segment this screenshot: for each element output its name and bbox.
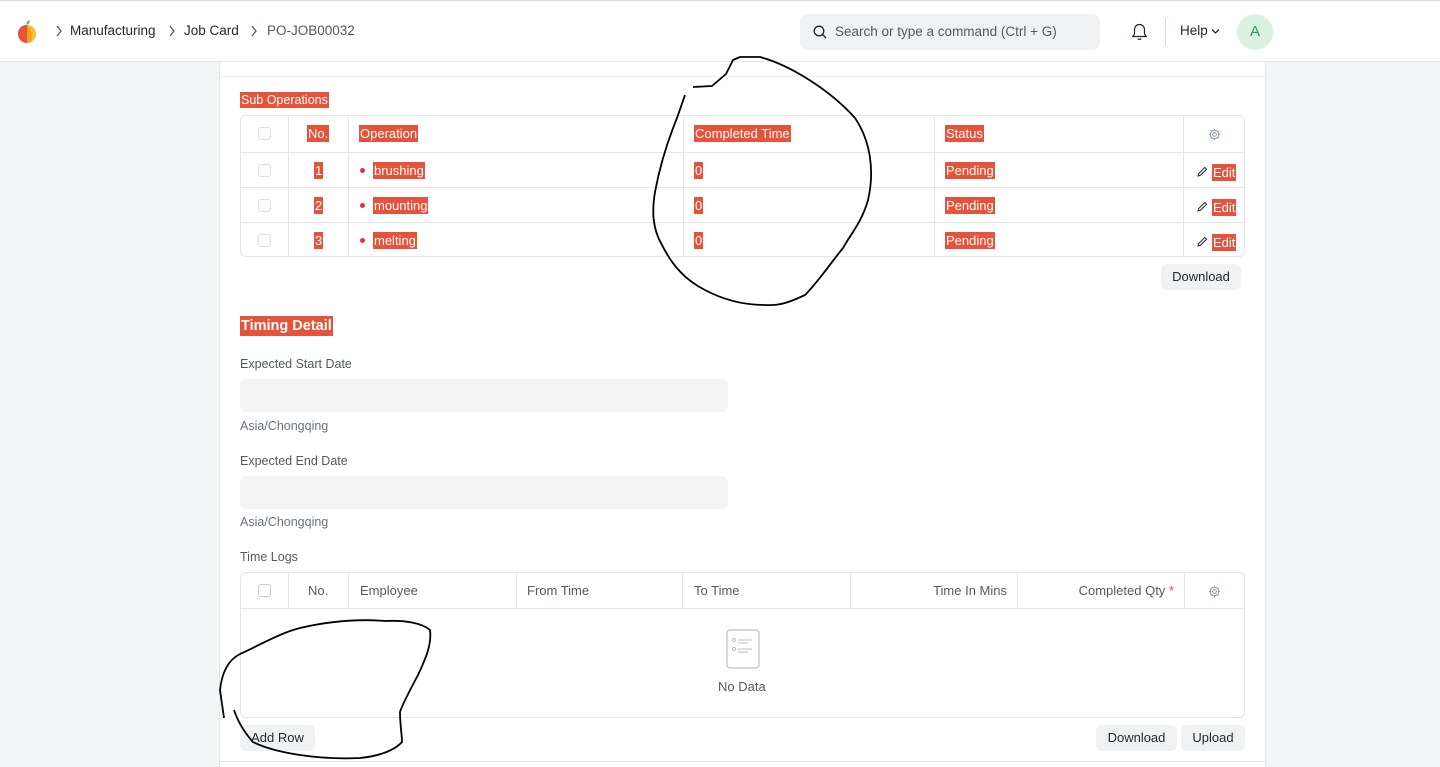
pencil-edit-icon[interactable] bbox=[1197, 236, 1208, 247]
status-value[interactable]: Pending bbox=[945, 162, 995, 179]
timing-detail-title: Timing Detail bbox=[240, 316, 333, 336]
column-header-completed-time: Completed Time bbox=[694, 125, 791, 142]
expected-start-timezone: Asia/Chongqing bbox=[240, 419, 329, 433]
table-row[interactable]: 3 melting 0 Pending Edit bbox=[241, 222, 1244, 257]
row-number: 2 bbox=[314, 197, 324, 214]
search-placeholder[interactable]: Search or type a command (Ctrl + G) bbox=[835, 24, 1057, 39]
breadcrumb-chevron-icon bbox=[251, 25, 257, 37]
no-data-text: No Data bbox=[718, 679, 766, 694]
grid-header-row: No. Employee From Time To Time Time In M… bbox=[241, 573, 1244, 609]
operation-name[interactable]: melting bbox=[373, 232, 417, 249]
expected-end-date-label: Expected End Date bbox=[240, 454, 348, 468]
search-icon bbox=[813, 25, 827, 39]
completed-time-value[interactable]: 0 bbox=[694, 232, 704, 249]
expected-end-timezone: Asia/Chongqing bbox=[240, 515, 329, 529]
global-search[interactable]: Search or type a command (Ctrl + G) bbox=[800, 14, 1100, 50]
time-logs-upload-button[interactable]: Upload bbox=[1181, 725, 1245, 751]
completed-time-value[interactable]: 0 bbox=[694, 197, 704, 214]
grid-header-row: No. Operation Completed Time Status bbox=[241, 116, 1244, 152]
grid-settings-gear-icon[interactable] bbox=[1208, 585, 1221, 598]
completed-time-value[interactable]: 0 bbox=[694, 162, 704, 179]
app-logo-icon[interactable] bbox=[16, 20, 38, 44]
select-all-checkbox[interactable] bbox=[258, 127, 271, 140]
section-divider bbox=[220, 761, 1265, 762]
expected-start-date-input[interactable] bbox=[240, 379, 728, 412]
column-header-time-in-mins: Time In Mins bbox=[933, 583, 1007, 598]
breadcrumb-job-card[interactable]: Job Card bbox=[184, 23, 239, 38]
section-divider bbox=[220, 76, 1265, 77]
edit-row-button[interactable]: Edit bbox=[1212, 234, 1237, 251]
column-header-status: Status bbox=[945, 125, 984, 142]
breadcrumb-chevron-icon bbox=[169, 25, 175, 37]
edit-row-button[interactable]: Edit bbox=[1212, 199, 1237, 216]
column-header-employee: Employee bbox=[360, 583, 418, 598]
column-header-to-time: To Time bbox=[694, 583, 740, 598]
expected-end-date-input[interactable] bbox=[240, 476, 728, 509]
time-logs-label: Time Logs bbox=[240, 550, 298, 564]
column-header-no: No. bbox=[307, 125, 330, 142]
row-number: 1 bbox=[314, 162, 324, 179]
sub-operations-grid: No. Operation Completed Time Status 1 br… bbox=[240, 115, 1245, 257]
breadcrumb-chevron-icon bbox=[56, 25, 62, 37]
table-row[interactable]: 2 mounting 0 Pending Edit bbox=[241, 187, 1244, 222]
table-row[interactable]: 1 brushing 0 Pending Edit bbox=[241, 152, 1244, 187]
status-value[interactable]: Pending bbox=[945, 232, 995, 249]
time-logs-grid: No. Employee From Time To Time Time In M… bbox=[240, 572, 1245, 718]
top-navbar: Manufacturing Job Card PO-JOB00032 Searc… bbox=[0, 0, 1440, 62]
pencil-edit-icon[interactable] bbox=[1197, 201, 1208, 212]
select-all-checkbox[interactable] bbox=[258, 584, 271, 597]
time-logs-download-button[interactable]: Download bbox=[1096, 725, 1177, 751]
required-asterisk: * bbox=[1168, 583, 1174, 598]
column-header-no: No. bbox=[308, 583, 329, 598]
breadcrumb-current-doc[interactable]: PO-JOB00032 bbox=[267, 23, 355, 38]
row-checkbox[interactable] bbox=[258, 199, 271, 212]
edit-row-button[interactable]: Edit bbox=[1212, 164, 1237, 181]
operation-name[interactable]: mounting bbox=[373, 197, 429, 214]
notification-bell-icon[interactable] bbox=[1131, 23, 1148, 41]
grid-settings-gear-icon[interactable] bbox=[1208, 128, 1221, 141]
column-header-completed-qty: Completed Qty * bbox=[1078, 583, 1174, 598]
column-header-from-time: From Time bbox=[527, 583, 590, 598]
column-header-operation: Operation bbox=[359, 125, 419, 142]
empty-list-icon bbox=[726, 629, 760, 669]
operation-name[interactable]: brushing bbox=[373, 162, 425, 179]
status-dot-icon bbox=[360, 238, 365, 243]
sub-operations-download-button[interactable]: Download bbox=[1161, 264, 1241, 290]
status-value[interactable]: Pending bbox=[945, 197, 995, 214]
form-card: Sub Operations No. Operation Completed T… bbox=[219, 62, 1266, 767]
chevron-down-icon[interactable] bbox=[1211, 28, 1220, 35]
sub-operations-title: Sub Operations bbox=[240, 92, 329, 108]
add-row-button[interactable]: Add Row bbox=[240, 725, 315, 751]
status-dot-icon bbox=[360, 168, 365, 173]
navbar-divider bbox=[1165, 18, 1166, 46]
expected-start-date-label: Expected Start Date bbox=[240, 357, 352, 371]
row-checkbox[interactable] bbox=[258, 164, 271, 177]
row-checkbox[interactable] bbox=[258, 234, 271, 247]
status-dot-icon bbox=[360, 203, 365, 208]
help-menu[interactable]: Help bbox=[1180, 23, 1208, 38]
row-number: 3 bbox=[314, 232, 324, 249]
user-avatar[interactable]: A bbox=[1237, 14, 1273, 50]
pencil-edit-icon[interactable] bbox=[1197, 166, 1208, 177]
breadcrumb-manufacturing[interactable]: Manufacturing bbox=[70, 23, 156, 38]
